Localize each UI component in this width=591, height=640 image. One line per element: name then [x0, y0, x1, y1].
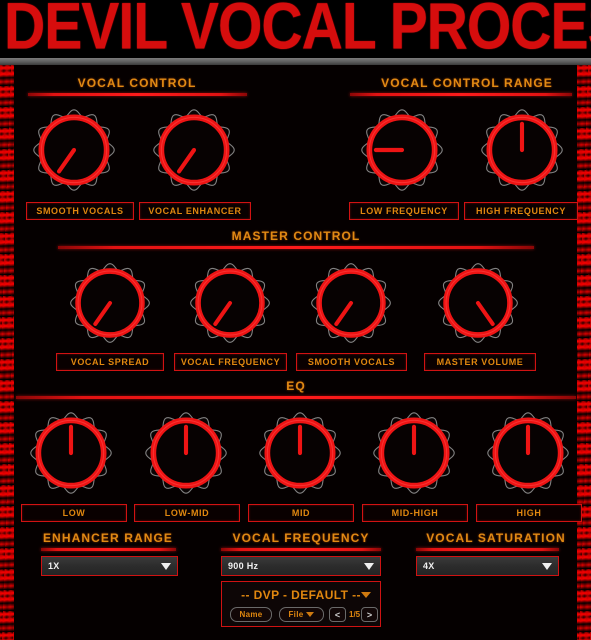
section-title-vocal-frequency-select: VOCAL FREQUENCY: [232, 531, 370, 545]
knob-high-frequency[interactable]: [476, 104, 568, 196]
knob-vocal-spread[interactable]: [65, 258, 155, 348]
section-rule-vocal-saturation: [416, 548, 559, 551]
preset-name-button[interactable]: Name: [230, 607, 272, 622]
knob-vocal-frequency[interactable]: [185, 258, 275, 348]
dropdown-vocal-saturation[interactable]: 4X: [416, 556, 559, 576]
chevron-down-icon: [542, 562, 552, 570]
knob-eq-low[interactable]: [25, 407, 117, 499]
knob-master-volume[interactable]: [433, 258, 523, 348]
section-title-vocal-saturation: VOCAL SATURATION: [426, 531, 566, 545]
knob-smooth-vocals[interactable]: [28, 104, 120, 196]
section-rule-master-control: [58, 246, 534, 249]
label-master-volume: MASTER VOLUME: [424, 353, 536, 371]
section-rule-vocal-control-range: [350, 93, 572, 96]
prev-arrow-icon: <: [334, 609, 341, 620]
section-rule-vocal-control: [28, 93, 247, 96]
section-title-master-control: MASTER CONTROL: [231, 229, 361, 243]
label-low-frequency: LOW FREQUENCY: [349, 202, 459, 220]
app-title: DEVIL VOCAL PROCESSOR: [4, 0, 591, 58]
dropdown-vocal-frequency[interactable]: 900 Hz: [221, 556, 381, 576]
caret-down-icon[interactable]: [361, 592, 371, 598]
knob-eq-mid[interactable]: [254, 407, 346, 499]
preset-page-indicator: 1/5: [349, 610, 361, 619]
label-eq-mid: MID: [248, 504, 354, 522]
dropdown-vocal-saturation-value: 4X: [423, 561, 435, 571]
dropdown-enhancer-range[interactable]: 1X: [41, 556, 178, 576]
title-bar: DEVIL VOCAL PROCESSOR: [0, 0, 591, 58]
label-eq-low-mid: LOW-MID: [134, 504, 240, 522]
section-rule-eq: [16, 396, 576, 399]
knob-vocal-enhancer[interactable]: [148, 104, 240, 196]
chevron-down-icon: [161, 562, 171, 570]
label-eq-low: LOW: [21, 504, 127, 522]
preset-file-button-label: File: [288, 610, 304, 619]
knob-eq-mid-high[interactable]: [368, 407, 460, 499]
knob-eq-high[interactable]: [482, 407, 574, 499]
chevron-down-icon: [364, 562, 374, 570]
title-divider: [0, 58, 591, 65]
section-title-vocal-control: VOCAL CONTROL: [77, 76, 197, 90]
section-title-eq: EQ: [286, 379, 306, 393]
knob-low-frequency[interactable]: [356, 104, 448, 196]
preset-prev-button[interactable]: <: [329, 607, 346, 622]
preset-name-display[interactable]: -- DVP - DEFAULT --: [222, 588, 380, 602]
preset-browser: -- DVP - DEFAULT -- Name File < 1/5 >: [221, 581, 381, 627]
label-eq-high: HIGH: [476, 504, 582, 522]
dropdown-enhancer-range-value: 1X: [48, 561, 60, 571]
preset-next-button[interactable]: >: [361, 607, 378, 622]
section-rule-enhancer-range: [41, 548, 176, 551]
plugin-window: DEVIL VOCAL PROCESSOR VOCAL CONTROL SMOO…: [0, 0, 591, 640]
label-vocal-enhancer: VOCAL ENHANCER: [139, 202, 251, 220]
flame-border-right: [577, 65, 591, 640]
knob-smooth-vocals-master[interactable]: [306, 258, 396, 348]
knob-eq-low-mid[interactable]: [140, 407, 232, 499]
section-title-vocal-control-range: VOCAL CONTROL RANGE: [381, 76, 553, 90]
dropdown-vocal-frequency-value: 900 Hz: [228, 561, 259, 571]
next-arrow-icon: >: [366, 609, 373, 620]
label-vocal-spread: VOCAL SPREAD: [56, 353, 164, 371]
label-vocal-frequency: VOCAL FREQUENCY: [174, 353, 287, 371]
caret-down-icon: [306, 612, 315, 617]
label-eq-mid-high: MID-HIGH: [362, 504, 468, 522]
section-rule-vocal-frequency-select: [221, 548, 381, 551]
preset-file-button[interactable]: File: [279, 607, 324, 622]
flame-border-left: [0, 65, 14, 640]
label-smooth-vocals-master: SMOOTH VOCALS: [296, 353, 407, 371]
label-smooth-vocals: SMOOTH VOCALS: [26, 202, 134, 220]
label-high-frequency: HIGH FREQUENCY: [464, 202, 578, 220]
section-title-enhancer-range: ENHANCER RANGE: [42, 531, 174, 545]
preset-name-button-label: Name: [239, 610, 263, 619]
